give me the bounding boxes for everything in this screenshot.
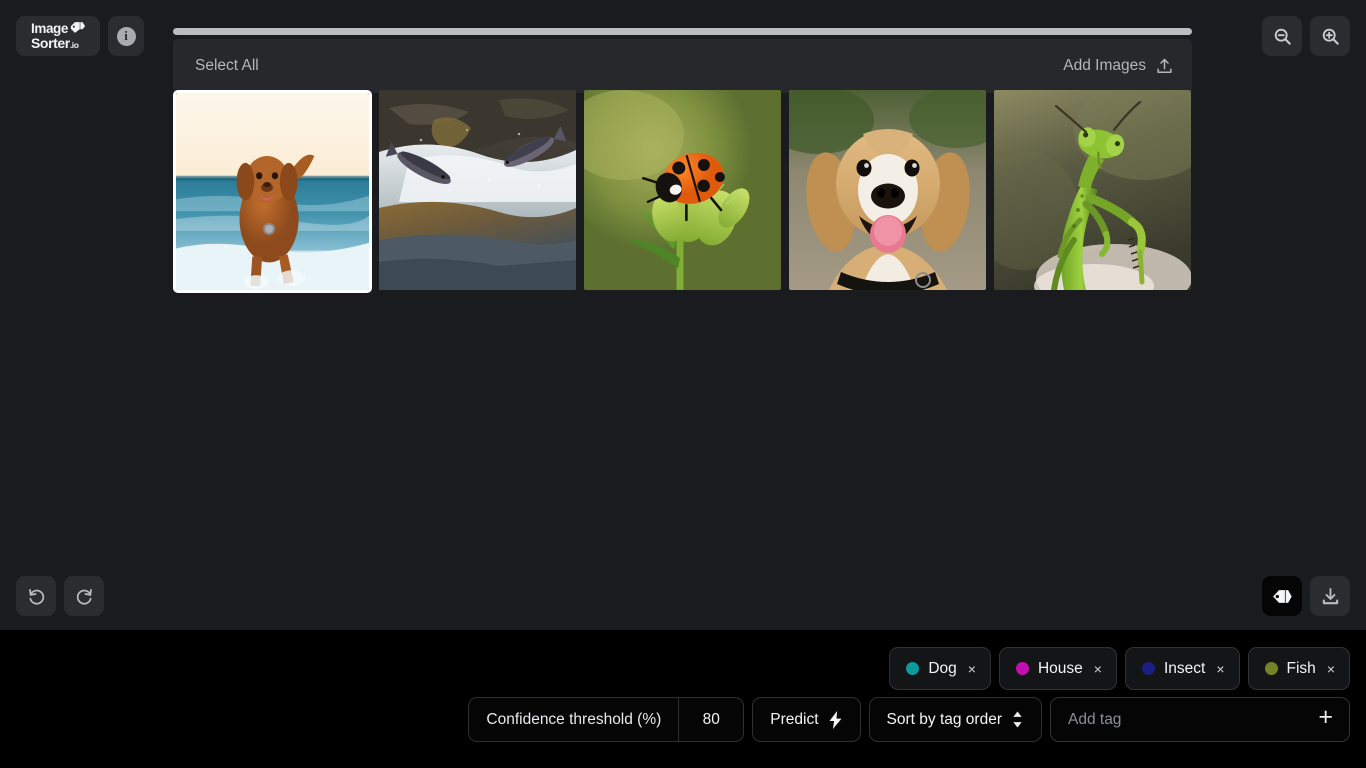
image-thumbnail[interactable] <box>789 90 986 290</box>
confidence-threshold-group: Confidence threshold (%) <box>468 697 745 742</box>
tag-icon <box>70 22 86 34</box>
export-button[interactable] <box>1310 576 1350 616</box>
remove-tag-button[interactable]: × <box>1216 662 1224 676</box>
ladybug-on-plant-image <box>584 90 781 290</box>
tag-label: Dog <box>928 659 957 677</box>
image-thumbnail[interactable] <box>173 90 372 293</box>
tag-panel: Dog × House × Insect × Fish × Confidence… <box>0 630 1366 768</box>
app-branding: Image Sorter.io i <box>16 16 144 56</box>
tag-color-dot <box>1015 662 1029 675</box>
tag-chip-insect[interactable]: Insect × <box>1124 647 1240 690</box>
logo-wordmark: Image Sorter.io <box>30 22 86 51</box>
predict-button[interactable]: Predict <box>752 697 861 742</box>
remove-tag-button[interactable]: × <box>1327 662 1335 676</box>
add-tag-button[interactable]: + <box>1316 705 1335 734</box>
tag-label: Fish <box>1286 659 1316 677</box>
add-images-button[interactable]: Add Images <box>1063 57 1174 76</box>
redo-button[interactable] <box>64 576 104 616</box>
tag-chip-dog[interactable]: Dog × <box>889 647 991 690</box>
tag-color-dot <box>1141 662 1155 675</box>
remove-tag-button[interactable]: × <box>1094 662 1102 676</box>
sort-updown-icon <box>1013 711 1022 728</box>
zoom-out-icon <box>1274 28 1291 45</box>
image-thumbnail[interactable] <box>994 90 1191 290</box>
tag-chip-list: Dog × House × Insect × Fish × <box>889 647 1350 690</box>
undo-icon <box>28 588 44 605</box>
upload-icon <box>1157 58 1172 73</box>
sort-order-button[interactable]: Sort by tag order <box>868 697 1042 742</box>
zoom-in-button[interactable] <box>1310 16 1350 56</box>
remove-tag-button[interactable]: × <box>968 662 976 676</box>
tag-color-dot <box>1264 662 1278 675</box>
scrollbar-thumb[interactable] <box>173 28 1192 35</box>
zoom-controls <box>1262 16 1350 56</box>
tag-color-dot <box>906 662 920 675</box>
zoom-in-icon <box>1322 28 1339 45</box>
gallery-toolbar: Select All Add Images <box>173 39 1192 93</box>
tag-label: House <box>1037 659 1083 677</box>
tag-chip-fish[interactable]: Fish × <box>1247 647 1350 690</box>
info-button[interactable]: i <box>108 16 144 56</box>
history-controls <box>16 576 104 616</box>
image-thumbnail[interactable] <box>584 90 781 290</box>
tags-icon <box>1272 589 1292 603</box>
gallery-panel: Select All Add Images <box>173 28 1192 93</box>
tags-panel-button[interactable] <box>1262 576 1302 616</box>
image-thumbnail[interactable] <box>379 90 576 290</box>
info-icon: i <box>116 26 136 46</box>
dog-running-on-beach-image <box>176 93 369 290</box>
download-icon <box>1322 587 1338 604</box>
praying-mantis-image <box>994 90 1191 290</box>
sort-label: Sort by tag order <box>886 710 1002 728</box>
gallery-horizontal-scrollbar[interactable] <box>173 28 1192 35</box>
undo-button[interactable] <box>16 576 56 616</box>
add-tag-input[interactable] <box>1068 710 1298 729</box>
redo-icon <box>76 588 92 605</box>
logo-button[interactable]: Image Sorter.io <box>16 16 100 56</box>
add-tag-field[interactable]: + <box>1050 697 1350 742</box>
select-all-button[interactable]: Select All <box>195 57 259 75</box>
tag-chip-house[interactable]: House × <box>998 647 1117 690</box>
confidence-threshold-label: Confidence threshold (%) <box>486 710 662 728</box>
lightning-bolt-icon <box>829 710 842 729</box>
logo-line-sorter: Sorter.io <box>30 34 79 51</box>
tag-label: Insect <box>1163 659 1206 677</box>
add-images-label: Add Images <box>1063 57 1146 74</box>
predict-label: Predict <box>770 710 819 728</box>
tool-controls <box>1262 576 1350 616</box>
zoom-out-button[interactable] <box>1262 16 1302 56</box>
image-grid <box>173 90 1199 293</box>
logo-tld: .io <box>69 39 79 50</box>
beagle-portrait-image <box>789 90 986 290</box>
salmon-jumping-rapids-image <box>379 90 576 290</box>
confidence-threshold-input[interactable] <box>679 698 744 741</box>
prediction-controls: Confidence threshold (%) Predict Sort by… <box>468 697 1350 742</box>
